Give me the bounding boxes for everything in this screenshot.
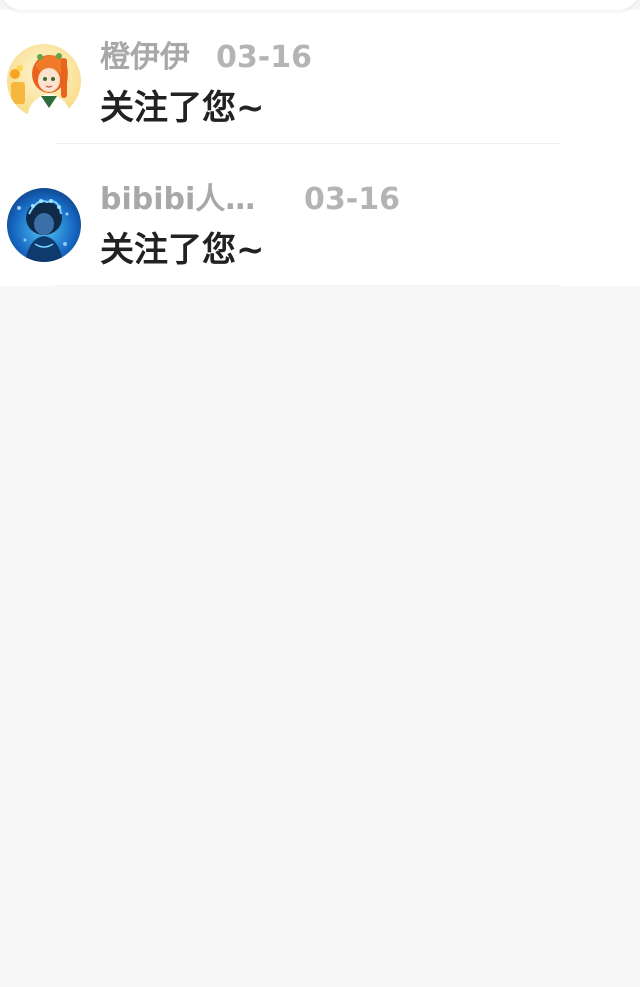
top-header: 评论 <box>0 0 640 10</box>
sender-name[interactable]: 橙伊伊 <box>100 40 190 76</box>
notification-message: 关注了您~ <box>100 88 265 128</box>
timestamp: 03-16 <box>304 182 400 217</box>
avatar[interactable] <box>7 44 81 118</box>
notification-list: 橙伊伊 03-16 关注了您~ bibibi人… 03-16 关注了您~ <box>0 10 640 286</box>
blue-underwater-girl-avatar-icon <box>7 188 81 262</box>
list-item[interactable]: bibibi人… 03-16 关注了您~ <box>0 144 640 286</box>
notification-message: 关注了您~ <box>100 230 265 270</box>
list-item[interactable]: 橙伊伊 03-16 关注了您~ <box>0 10 640 144</box>
sender-name[interactable]: bibibi人… <box>100 182 255 218</box>
timestamp: 03-16 <box>216 40 312 75</box>
avatar[interactable] <box>7 188 81 262</box>
divider <box>55 285 560 286</box>
orange-hair-anime-girl-avatar-icon <box>7 44 81 118</box>
